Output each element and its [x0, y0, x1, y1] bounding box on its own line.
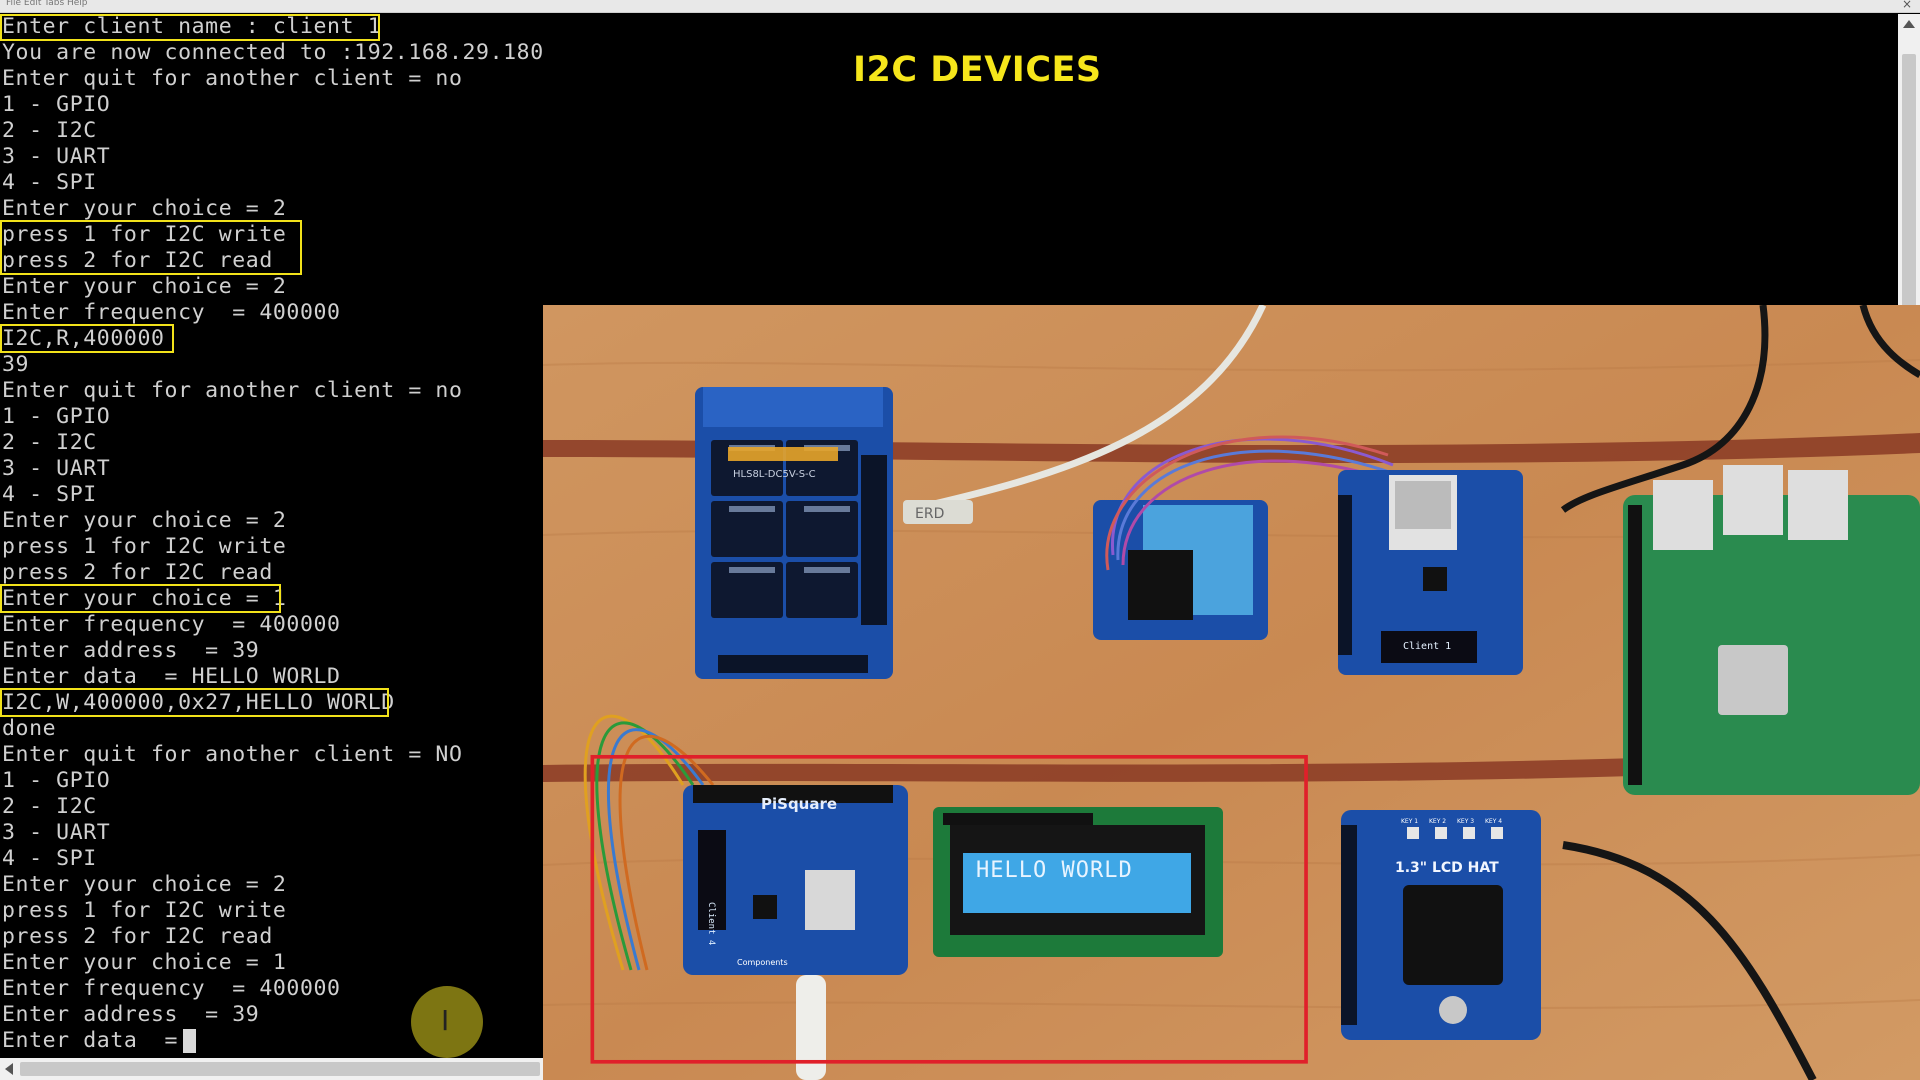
key-label: KEY 2: [1429, 818, 1446, 825]
click-indicator: I: [411, 986, 483, 1058]
lcd-hat: [1341, 810, 1541, 1040]
terminal-line: Enter your choice = 2: [2, 274, 287, 299]
close-icon[interactable]: ×: [1902, 0, 1912, 11]
terminal-line: done: [2, 716, 57, 741]
relay-label: HLS8L-DC5V-S-C: [733, 469, 816, 480]
window-titlebar: File Edit Tabs Help ×: [0, 0, 1920, 13]
terminal-line: Enter quit for another client = no: [2, 66, 463, 91]
terminal-line: press 1 for I2C write: [2, 534, 287, 559]
lcd-text: HELLO WORLD: [976, 858, 1133, 883]
terminal-line: Enter address = 39: [2, 1002, 260, 1027]
text-cursor: [183, 1029, 196, 1053]
terminal-line: 4 - SPI: [2, 846, 97, 871]
terminal-line: 3 - UART: [2, 820, 111, 845]
highlight-i2c-write-cmd: [0, 688, 389, 717]
highlight-choice-write: [0, 584, 281, 613]
terminal-line: Enter your choice = 2: [2, 196, 287, 221]
terminal-line: Enter frequency = 400000: [2, 976, 341, 1001]
terminal-prompt-line[interactable]: Enter data =: [2, 1028, 192, 1054]
hardware-photo-illustration: HLS8L-DC5V-S-C ERD Client 1 PiSquare Cli…: [543, 305, 1920, 1080]
sensor-board: [1093, 500, 1268, 640]
terminal-line: Enter your choice = 2: [2, 508, 287, 533]
key-label: KEY 1: [1401, 818, 1418, 825]
relay-board: [695, 387, 893, 679]
terminal-line: Enter quit for another client = no: [2, 378, 463, 403]
hardware-photo: HLS8L-DC5V-S-C ERD Client 1 PiSquare Cli…: [543, 305, 1920, 1080]
board-brand: Components: [737, 958, 788, 967]
terminal-line: 4 - SPI: [2, 170, 97, 195]
terminal-line: 3 - UART: [2, 456, 111, 481]
terminal-line: Enter data = HELLO WORLD: [2, 664, 341, 689]
terminal-line: press 2 for I2C read: [2, 560, 273, 585]
window-menu[interactable]: File Edit Tabs Help: [6, 0, 88, 8]
terminal-line: 2 - I2C: [2, 794, 97, 819]
pisquare-label: PiSquare: [761, 795, 837, 813]
terminal-line: Enter frequency = 400000: [2, 612, 341, 637]
key-label: KEY 4: [1485, 818, 1502, 825]
terminal-line: 1 - GPIO: [2, 92, 111, 117]
terminal-line: 2 - I2C: [2, 118, 97, 143]
scroll-left-icon[interactable]: [5, 1063, 13, 1075]
oled-right-text: Client 1: [1403, 641, 1451, 652]
terminal-line: Enter your choice = 1: [2, 950, 287, 975]
terminal-line: 4 - SPI: [2, 482, 97, 507]
raspberry-pi: [1623, 465, 1920, 795]
terminal-line: 39: [2, 352, 30, 377]
terminal-line: You are now connected to :192.168.29.180: [2, 40, 544, 65]
terminal-line: press 2 for I2C read: [2, 924, 273, 949]
terminal-line: Enter your choice = 2: [2, 872, 287, 897]
lcd-hat-label: 1.3" LCD HAT: [1395, 860, 1499, 876]
highlight-i2c-read-cmd: [0, 324, 174, 353]
terminal-line: 3 - UART: [2, 144, 111, 169]
ibeam-cursor-icon: I: [441, 1004, 450, 1037]
highlight-i2c-options: [0, 220, 302, 275]
oled-left-text: Client 4: [706, 902, 716, 945]
terminal-line: Enter address = 39: [2, 638, 260, 663]
scroll-up-icon[interactable]: [1903, 20, 1915, 28]
terminal-line: Enter quit for another client = NO: [2, 742, 463, 767]
page-title: I2C DEVICES: [853, 50, 1102, 90]
horizontal-scroll-thumb[interactable]: [20, 1062, 540, 1076]
terminal-line: press 1 for I2C write: [2, 898, 287, 923]
terminal-line: Enter frequency = 400000: [2, 300, 341, 325]
key-label: KEY 3: [1457, 818, 1474, 825]
erd-label: ERD: [915, 506, 944, 522]
vertical-scroll-thumb[interactable]: [1902, 54, 1916, 316]
terminal-line: 1 - GPIO: [2, 768, 111, 793]
terminal-line: 2 - I2C: [2, 430, 97, 455]
terminal-line: 1 - GPIO: [2, 404, 111, 429]
highlight-client-name: [0, 14, 380, 41]
